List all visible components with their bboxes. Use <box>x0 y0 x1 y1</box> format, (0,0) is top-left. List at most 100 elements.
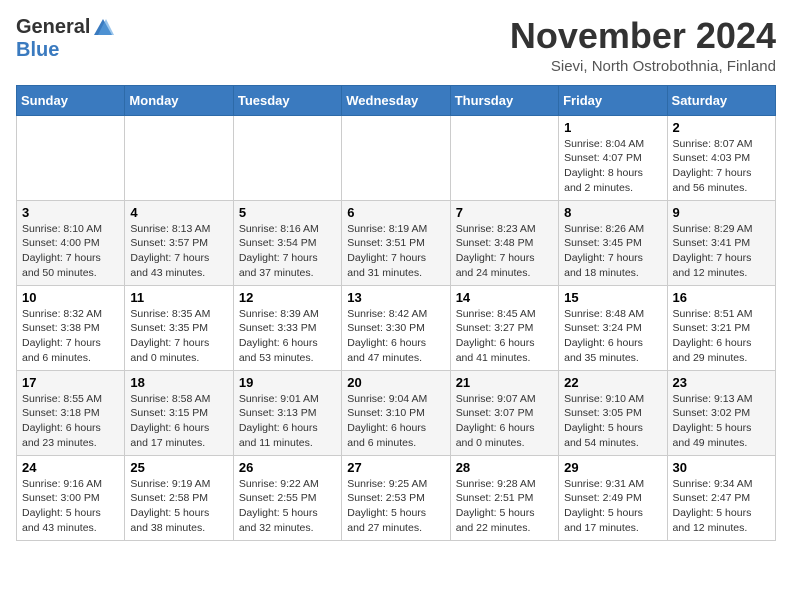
day-info: Sunrise: 8:13 AM Sunset: 3:57 PM Dayligh… <box>130 222 227 281</box>
calendar-cell: 26 Sunrise: 9:22 AM Sunset: 2:55 PM Dayli… <box>233 455 341 540</box>
day-info: Sunrise: 8:23 AM Sunset: 3:48 PM Dayligh… <box>456 222 553 281</box>
day-info: Sunrise: 8:45 AM Sunset: 3:27 PM Dayligh… <box>456 307 553 366</box>
logo-blue-text: Blue <box>16 39 59 62</box>
day-info: Sunrise: 8:16 AM Sunset: 3:54 PM Dayligh… <box>239 222 336 281</box>
day-info: Sunrise: 9:10 AM Sunset: 3:05 PM Dayligh… <box>564 392 661 451</box>
calendar-cell: 19 Sunrise: 9:01 AM Sunset: 3:13 PM Dayli… <box>233 370 341 455</box>
day-number: 15 <box>564 290 661 305</box>
logo-general-text: General <box>16 16 90 39</box>
day-number: 4 <box>130 205 227 220</box>
day-info: Sunrise: 8:04 AM Sunset: 4:07 PM Dayligh… <box>564 137 661 196</box>
calendar-cell <box>233 115 341 200</box>
calendar-cell: 18 Sunrise: 8:58 AM Sunset: 3:15 PM Dayli… <box>125 370 233 455</box>
calendar-cell: 28Sunrise: 9:28 AM Sunset: 2:51 PM Dayli… <box>450 455 558 540</box>
day-info: Sunrise: 8:42 AM Sunset: 3:30 PM Dayligh… <box>347 307 444 366</box>
calendar-cell: 20 Sunrise: 9:04 AM Sunset: 3:10 PM Dayli… <box>342 370 450 455</box>
day-info: Sunrise: 8:07 AM Sunset: 4:03 PM Dayligh… <box>673 137 770 196</box>
calendar-cell: 30 Sunrise: 9:34 AM Sunset: 2:47 PM Dayli… <box>667 455 775 540</box>
calendar-cell: 29Sunrise: 9:31 AM Sunset: 2:49 PM Dayli… <box>559 455 667 540</box>
calendar-cell: 8Sunrise: 8:26 AM Sunset: 3:45 PM Daylig… <box>559 200 667 285</box>
week-row-4: 17 Sunrise: 8:55 AM Sunset: 3:18 PM Dayli… <box>17 370 776 455</box>
title-section: November 2024 Sievi, North Ostrobothnia,… <box>510 16 776 75</box>
day-number: 25 <box>130 460 227 475</box>
day-number: 17 <box>22 375 119 390</box>
day-info: Sunrise: 9:07 AM Sunset: 3:07 PM Dayligh… <box>456 392 553 451</box>
week-row-1: 1 Sunrise: 8:04 AM Sunset: 4:07 PM Daylig… <box>17 115 776 200</box>
calendar-cell: 11 Sunrise: 8:35 AM Sunset: 3:35 PM Dayli… <box>125 285 233 370</box>
day-info: Sunrise: 8:10 AM Sunset: 4:00 PM Dayligh… <box>22 222 119 281</box>
calendar-cell: 13 Sunrise: 8:42 AM Sunset: 3:30 PM Dayli… <box>342 285 450 370</box>
day-info: Sunrise: 8:55 AM Sunset: 3:18 PM Dayligh… <box>22 392 119 451</box>
day-info: Sunrise: 9:04 AM Sunset: 3:10 PM Dayligh… <box>347 392 444 451</box>
logo-icon <box>92 17 114 39</box>
day-number: 14 <box>456 290 553 305</box>
day-number: 18 <box>130 375 227 390</box>
day-info: Sunrise: 9:34 AM Sunset: 2:47 PM Dayligh… <box>673 477 770 536</box>
month-title: November 2024 <box>510 16 776 56</box>
day-number: 26 <box>239 460 336 475</box>
calendar-cell <box>342 115 450 200</box>
day-number: 9 <box>673 205 770 220</box>
day-number: 27 <box>347 460 444 475</box>
header-row: SundayMondayTuesdayWednesdayThursdayFrid… <box>17 85 776 115</box>
day-info: Sunrise: 9:22 AM Sunset: 2:55 PM Dayligh… <box>239 477 336 536</box>
day-number: 24 <box>22 460 119 475</box>
calendar-cell: 9 Sunrise: 8:29 AM Sunset: 3:41 PM Daylig… <box>667 200 775 285</box>
calendar-cell: 1 Sunrise: 8:04 AM Sunset: 4:07 PM Daylig… <box>559 115 667 200</box>
header-friday: Friday <box>559 85 667 115</box>
day-number: 11 <box>130 290 227 305</box>
day-info: Sunrise: 8:19 AM Sunset: 3:51 PM Dayligh… <box>347 222 444 281</box>
day-info: Sunrise: 8:48 AM Sunset: 3:24 PM Dayligh… <box>564 307 661 366</box>
day-number: 10 <box>22 290 119 305</box>
calendar-cell: 10 Sunrise: 8:32 AM Sunset: 3:38 PM Dayli… <box>17 285 125 370</box>
day-info: Sunrise: 9:13 AM Sunset: 3:02 PM Dayligh… <box>673 392 770 451</box>
day-info: Sunrise: 9:19 AM Sunset: 2:58 PM Dayligh… <box>130 477 227 536</box>
day-info: Sunrise: 9:01 AM Sunset: 3:13 PM Dayligh… <box>239 392 336 451</box>
calendar-cell: 14 Sunrise: 8:45 AM Sunset: 3:27 PM Dayli… <box>450 285 558 370</box>
calendar-cell: 24Sunrise: 9:16 AM Sunset: 3:00 PM Dayli… <box>17 455 125 540</box>
day-number: 20 <box>347 375 444 390</box>
day-number: 5 <box>239 205 336 220</box>
calendar-cell <box>17 115 125 200</box>
day-number: 21 <box>456 375 553 390</box>
day-info: Sunrise: 8:35 AM Sunset: 3:35 PM Dayligh… <box>130 307 227 366</box>
calendar-cell: 27Sunrise: 9:25 AM Sunset: 2:53 PM Dayli… <box>342 455 450 540</box>
day-number: 13 <box>347 290 444 305</box>
calendar-cell: 15 Sunrise: 8:48 AM Sunset: 3:24 PM Dayli… <box>559 285 667 370</box>
day-number: 12 <box>239 290 336 305</box>
calendar-cell: 17 Sunrise: 8:55 AM Sunset: 3:18 PM Dayli… <box>17 370 125 455</box>
day-number: 1 <box>564 120 661 135</box>
calendar-cell: 4 Sunrise: 8:13 AM Sunset: 3:57 PM Daylig… <box>125 200 233 285</box>
day-number: 19 <box>239 375 336 390</box>
header-saturday: Saturday <box>667 85 775 115</box>
calendar-cell: 6 Sunrise: 8:19 AM Sunset: 3:51 PM Daylig… <box>342 200 450 285</box>
week-row-5: 24Sunrise: 9:16 AM Sunset: 3:00 PM Dayli… <box>17 455 776 540</box>
calendar-cell: 5 Sunrise: 8:16 AM Sunset: 3:54 PM Daylig… <box>233 200 341 285</box>
day-number: 30 <box>673 460 770 475</box>
calendar-cell: 3 Sunrise: 8:10 AM Sunset: 4:00 PM Daylig… <box>17 200 125 285</box>
calendar-cell: 23Sunrise: 9:13 AM Sunset: 3:02 PM Dayli… <box>667 370 775 455</box>
day-info: Sunrise: 8:51 AM Sunset: 3:21 PM Dayligh… <box>673 307 770 366</box>
day-info: Sunrise: 8:26 AM Sunset: 3:45 PM Dayligh… <box>564 222 661 281</box>
day-info: Sunrise: 9:31 AM Sunset: 2:49 PM Dayligh… <box>564 477 661 536</box>
day-number: 7 <box>456 205 553 220</box>
calendar-cell: 12Sunrise: 8:39 AM Sunset: 3:33 PM Dayli… <box>233 285 341 370</box>
calendar-cell: 2Sunrise: 8:07 AM Sunset: 4:03 PM Daylig… <box>667 115 775 200</box>
calendar-table: SundayMondayTuesdayWednesdayThursdayFrid… <box>16 85 776 541</box>
day-info: Sunrise: 8:58 AM Sunset: 3:15 PM Dayligh… <box>130 392 227 451</box>
day-info: Sunrise: 8:32 AM Sunset: 3:38 PM Dayligh… <box>22 307 119 366</box>
logo: General Blue <box>16 16 114 62</box>
header-sunday: Sunday <box>17 85 125 115</box>
calendar-cell: 25 Sunrise: 9:19 AM Sunset: 2:58 PM Dayli… <box>125 455 233 540</box>
day-info: Sunrise: 8:29 AM Sunset: 3:41 PM Dayligh… <box>673 222 770 281</box>
week-row-2: 3 Sunrise: 8:10 AM Sunset: 4:00 PM Daylig… <box>17 200 776 285</box>
page-header: General Blue November 2024 Sievi, North … <box>16 16 776 75</box>
calendar-cell: 22Sunrise: 9:10 AM Sunset: 3:05 PM Dayli… <box>559 370 667 455</box>
day-number: 3 <box>22 205 119 220</box>
calendar-cell <box>450 115 558 200</box>
day-number: 6 <box>347 205 444 220</box>
header-wednesday: Wednesday <box>342 85 450 115</box>
header-monday: Monday <box>125 85 233 115</box>
header-tuesday: Tuesday <box>233 85 341 115</box>
calendar-cell <box>125 115 233 200</box>
